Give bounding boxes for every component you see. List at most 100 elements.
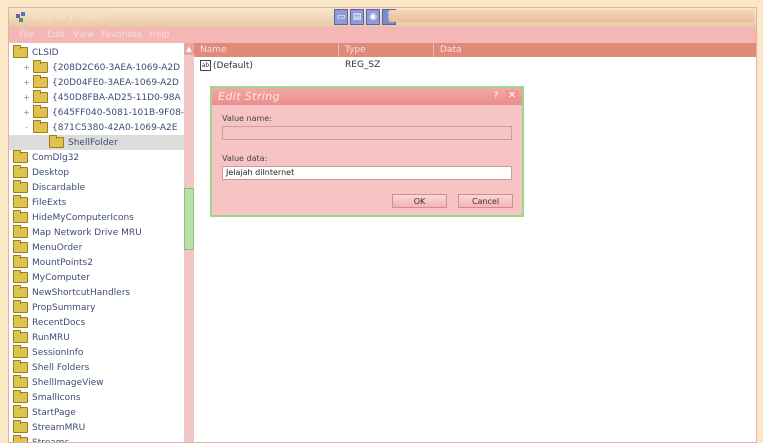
menu-view[interactable]: View [73,30,94,40]
folder-icon [13,240,28,253]
tree-item[interactable]: RecentDocs [9,315,184,330]
tree-item-label: {450D8FBA-AD25-11D0-98A [52,92,181,103]
expander-icon[interactable]: + [23,108,30,117]
row-name: (Default) [213,61,253,71]
title-bar-fill [389,10,754,22]
tree-item[interactable]: ShellFolder [9,135,184,150]
tree-scrollbar[interactable]: ▲ [184,43,194,442]
tree-item-label: CLSID [32,47,59,58]
row-type: REG_SZ [345,60,381,70]
column-data[interactable]: Data [434,43,756,57]
expander-icon[interactable]: - [23,123,30,132]
ok-button[interactable]: OK [392,194,447,208]
folder-icon [13,255,28,268]
tree-item[interactable]: SmallIcons [9,390,184,405]
expander-icon[interactable]: + [23,63,30,72]
tree-item-label: StartPage [32,407,76,418]
folder-icon [33,75,48,88]
folder-icon [13,390,28,403]
expander-icon[interactable]: + [23,93,30,102]
registry-editor-window: Registry Editor ▭ ▤ ◉ ? File Edit View F… [8,7,757,443]
folder-icon [13,225,28,238]
folder-icon [33,105,48,118]
window-icon[interactable]: ▭ [334,9,348,25]
menu-bar: File Edit View Favorites Help [9,27,756,43]
tree-item[interactable]: FileExts [9,195,184,210]
tree-item[interactable]: MenuOrder [9,240,184,255]
registry-icon [16,12,25,22]
folder-icon [33,120,48,133]
folder-icon [13,150,28,163]
menu-file[interactable]: File [19,30,34,40]
column-type[interactable]: Type [339,43,434,57]
list-header: Name Type Data [194,43,756,57]
tree-item-label: NewShortcutHandlers [32,287,131,298]
value-name-field[interactable] [222,126,512,140]
menu-help[interactable]: Help [149,30,170,40]
tree-item[interactable]: MountPoints2 [9,255,184,270]
tree-item[interactable]: + {450D8FBA-AD25-11D0-98A [9,90,184,105]
value-data-label: Value data: [222,154,268,163]
tile-icon[interactable]: ▤ [350,9,364,25]
folder-icon [13,210,28,223]
folder-icon [13,330,28,343]
tree-item-label: {871C5380-42A0-1069-A2E [52,122,178,133]
value-data-field[interactable]: Jelajah diInternet [222,166,512,180]
tree-item[interactable]: NewShortcutHandlers [9,285,184,300]
tree-item[interactable]: - {871C5380-42A0-1069-A2E [9,120,184,135]
folder-icon [13,375,28,388]
record-icon[interactable]: ◉ [366,9,380,25]
dialog-title-bar: Edit String ? ✕ [212,88,522,105]
folder-icon [13,180,28,193]
menu-edit[interactable]: Edit [47,30,64,40]
tree-item-label: FileExts [32,197,67,208]
tree-item[interactable]: CLSID [9,45,184,60]
expander-icon[interactable]: + [23,78,30,87]
tree-item[interactable]: PropSummary [9,300,184,315]
tree-item-label: RecentDocs [32,317,86,328]
tree-item[interactable]: Discardable [9,180,184,195]
tree-item[interactable]: Desktop [9,165,184,180]
tree-item-label: {208D2C60-3AEA-1069-A2D [52,62,181,73]
tree-item[interactable]: Streams [9,435,184,442]
tree-item[interactable]: StreamMRU [9,420,184,435]
tree-item[interactable]: Map Network Drive MRU [9,225,184,240]
tree-item[interactable]: RunMRU [9,330,184,345]
folder-icon [13,165,28,178]
folder-icon [33,90,48,103]
tree-item-label: ComDlg32 [32,152,80,163]
list-row[interactable]: ab (Default) REG_SZ [200,60,440,71]
dialog-help-icon[interactable]: ? [490,90,502,102]
tree-item[interactable]: + {645FF040-5081-101B-9F08- [9,105,184,120]
tree-item[interactable]: ShellImageView [9,375,184,390]
cancel-button[interactable]: Cancel [458,194,513,208]
folder-icon [49,135,64,148]
tree-item[interactable]: ComDlg32 [9,150,184,165]
tree-item-label: SessionInfo [32,347,84,358]
scroll-up-icon[interactable]: ▲ [184,43,194,55]
folder-icon [13,315,28,328]
tree-item[interactable]: Shell Folders [9,360,184,375]
tree-item-label: PropSummary [32,302,96,313]
folder-icon [13,285,28,298]
screenshot-frame: Registry Editor ▭ ▤ ◉ ? File Edit View F… [0,0,763,443]
window-title: Registry Editor [31,11,110,22]
dialog-close-icon[interactable]: ✕ [506,90,518,102]
menu-favorites[interactable]: Favorites [101,30,142,40]
tree-item[interactable]: MyComputer [9,270,184,285]
tree-item-label: Desktop [32,167,70,178]
value-name-label: Value name: [222,114,272,123]
scroll-thumb[interactable] [184,188,194,250]
string-value-icon: ab [200,60,211,71]
tree-item-label: Shell Folders [32,362,90,373]
tree-item[interactable]: + {20D04FE0-3AEA-1069-A2D [9,75,184,90]
tree-item[interactable]: StartPage [9,405,184,420]
tree-item-label: ShellImageView [32,377,104,388]
dialog-title: Edit String [218,90,281,103]
tree-item-label: MyComputer [32,272,90,283]
column-name[interactable]: Name [194,43,339,57]
tree-item[interactable]: HideMyComputerIcons [9,210,184,225]
tree-item[interactable]: SessionInfo [9,345,184,360]
registry-tree: CLSID + {208D2C60-3AEA-1069-A2D + {20D04FE0-… [9,43,185,442]
tree-item[interactable]: + {208D2C60-3AEA-1069-A2D [9,60,184,75]
